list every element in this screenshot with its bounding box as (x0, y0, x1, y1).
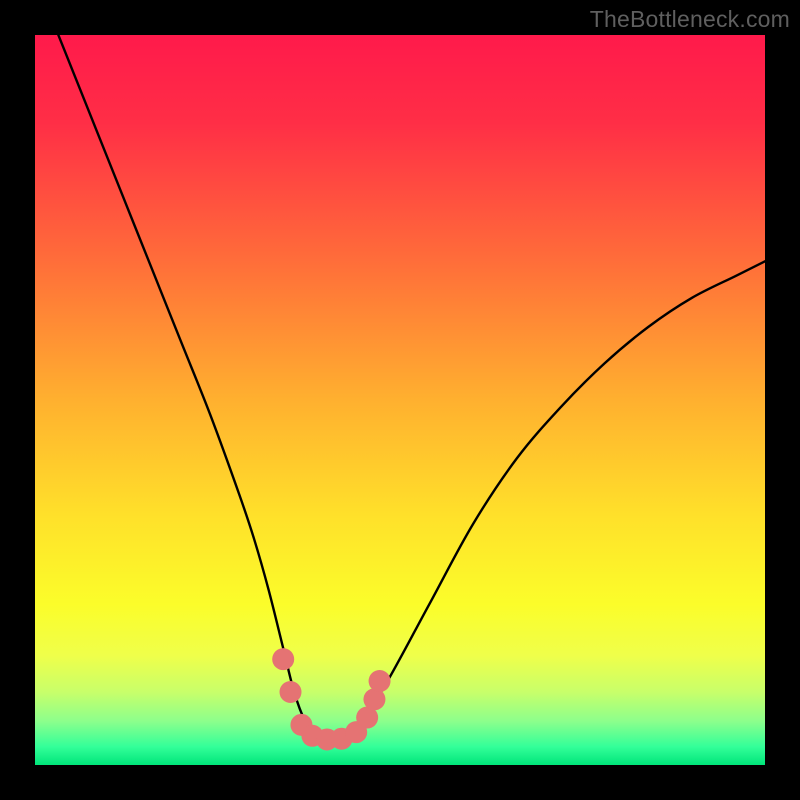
outer-frame: TheBottleneck.com (0, 0, 800, 800)
curve-marker (280, 681, 302, 703)
curve-marker (369, 670, 391, 692)
watermark-text: TheBottleneck.com (590, 6, 790, 33)
bottleneck-curve (35, 35, 765, 740)
curve-layer (35, 35, 765, 765)
curve-marker (272, 648, 294, 670)
plot-area (35, 35, 765, 765)
curve-markers (272, 648, 390, 750)
